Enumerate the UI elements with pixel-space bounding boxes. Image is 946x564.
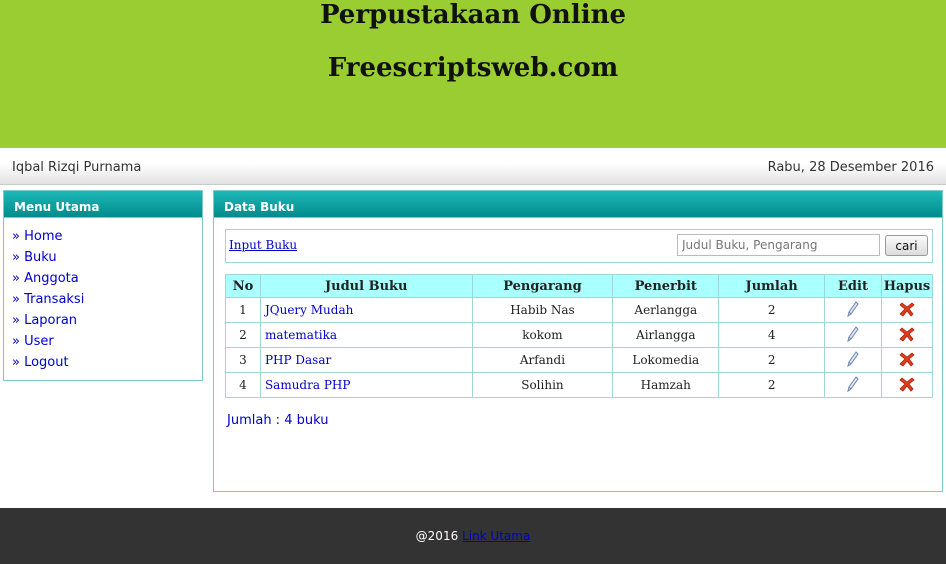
site-header: Perpustakaan Online Freescriptsweb.com [0,0,946,148]
table-row: 4 Samudra PHP Solihin Hamzah 2 [225,372,934,398]
table-row: 1 JQuery Mudah Habib Nas Aerlangga 2 [225,297,934,323]
cell-penerbit: Lokomedia [612,347,720,373]
delete-x-icon[interactable] [899,376,915,392]
cell-no: 2 [225,322,261,348]
data-buku-panel: Data Buku Input Buku cari No Judul Buku … [213,190,943,492]
search-input[interactable] [677,234,880,256]
table-header-row: No Judul Buku Pengarang Penerbit Jumlah … [225,274,934,298]
main-menu-list: » Home » Buku » Anggota » Transaksi » La… [4,218,202,376]
current-date: Rabu, 28 Desember 2016 [767,160,934,175]
cell-edit [824,372,882,398]
header-no: No [225,274,261,298]
data-buku-title: Data Buku [214,191,942,218]
table-row: 3 PHP Dasar Arfandi Lokomedia 2 [225,347,934,373]
cell-hapus [880,322,934,348]
cell-jumlah: 2 [718,372,826,398]
pencil-icon[interactable] [847,300,859,317]
user-bar: Iqbal Rizqi Purnama Rabu, 28 Desember 20… [0,150,946,185]
pencil-icon[interactable] [847,375,859,392]
books-table: No Judul Buku Pengarang Penerbit Jumlah … [225,274,934,398]
cell-penerbit: Aerlangga [612,297,720,323]
header-jumlah: Jumlah [718,274,826,298]
site-subtitle: Freescriptsweb.com [327,53,619,83]
cell-jumlah: 2 [718,347,826,373]
book-title-link[interactable]: matematika [259,322,473,348]
footer-link-utama[interactable]: Link Utama [462,529,530,543]
menu-item-home[interactable]: » Home [12,229,202,250]
cell-no: 4 [225,372,261,398]
header-pengarang: Pengarang [471,274,614,298]
cell-jumlah: 4 [718,322,826,348]
delete-x-icon[interactable] [899,301,915,317]
book-title-link[interactable]: JQuery Mudah [259,297,473,323]
header-judul: Judul Buku [259,274,473,298]
cell-hapus [880,372,934,398]
table-row: 2 matematika kokom Airlangga 4 [225,322,934,348]
pencil-icon[interactable] [847,350,859,367]
cell-pengarang: Arfandi [471,347,614,373]
main-menu-panel: Menu Utama » Home » Buku » Anggota » Tra… [3,190,203,381]
total-books: Jumlah : 4 buku [227,413,329,428]
site-title: Perpustakaan Online [319,0,627,30]
menu-item-transaksi[interactable]: » Transaksi [12,292,202,313]
footer-copyright: @2016 Link Utama [415,529,531,543]
menu-item-anggota[interactable]: » Anggota [12,271,202,292]
cell-edit [824,322,882,348]
cell-penerbit: Hamzah [612,372,720,398]
user-name: Iqbal Rizqi Purnama [12,160,142,175]
menu-item-laporan[interactable]: » Laporan [12,313,202,334]
book-title-link[interactable]: PHP Dasar [259,347,473,373]
header-hapus: Hapus [880,274,934,298]
cell-pengarang: kokom [471,322,614,348]
cell-pengarang: Habib Nas [471,297,614,323]
delete-x-icon[interactable] [899,351,915,367]
menu-item-logout[interactable]: » Logout [12,355,202,376]
book-title-link[interactable]: Samudra PHP [259,372,473,398]
header-edit: Edit [824,274,882,298]
search-button[interactable]: cari [885,235,928,256]
cell-hapus [880,297,934,323]
cell-pengarang: Solihin [471,372,614,398]
input-buku-link[interactable]: Input Buku [229,238,297,252]
main-menu-title: Menu Utama [4,191,202,218]
cell-edit [824,297,882,323]
cell-hapus [880,347,934,373]
cell-penerbit: Airlangga [612,322,720,348]
cell-edit [824,347,882,373]
cell-jumlah: 2 [718,297,826,323]
pencil-icon[interactable] [847,325,859,342]
menu-item-user[interactable]: » User [12,334,202,355]
delete-x-icon[interactable] [899,326,915,342]
menu-item-buku[interactable]: » Buku [12,250,202,271]
header-penerbit: Penerbit [612,274,720,298]
cell-no: 1 [225,297,261,323]
site-footer: @2016 Link Utama [0,508,946,564]
book-toolbar: Input Buku cari [225,229,933,263]
cell-no: 3 [225,347,261,373]
